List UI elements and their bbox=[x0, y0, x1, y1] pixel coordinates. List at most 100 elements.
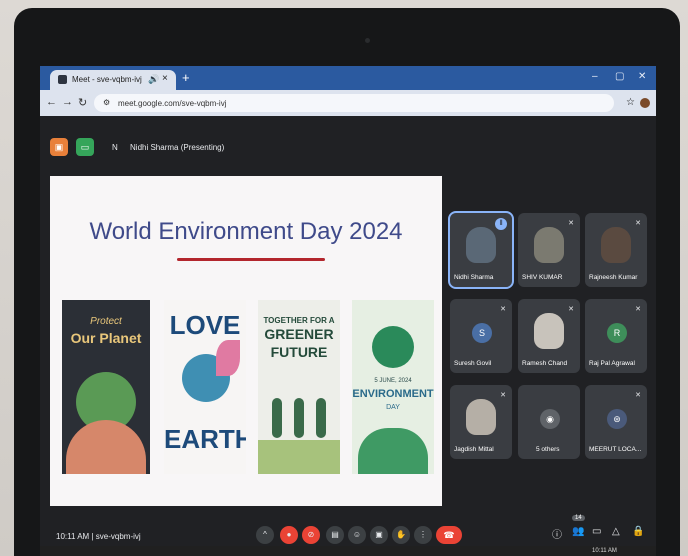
participant-tile[interactable]: ⦀ Nidhi Sharma bbox=[448, 211, 514, 289]
poster-4-line2: ENVIRONMENT bbox=[352, 388, 434, 400]
participant-tile[interactable]: R ✕ Raj Pal Agrawal bbox=[585, 299, 647, 373]
meeting-info: 10:11 AM | sve-vqbm-ivj bbox=[56, 532, 141, 541]
participant-name: 5 others bbox=[536, 446, 560, 453]
video-feed bbox=[534, 227, 564, 263]
close-tab-icon[interactable]: × bbox=[162, 73, 168, 84]
present-icon[interactable]: ▭ bbox=[76, 138, 94, 156]
webcam bbox=[365, 38, 370, 43]
activities-icon[interactable]: △ bbox=[612, 526, 620, 537]
url-text: meet.google.com/sve-vqbm-ivj bbox=[118, 99, 227, 108]
video-feed bbox=[466, 399, 496, 435]
plants-illustration bbox=[358, 428, 428, 474]
leaf-icon bbox=[216, 340, 240, 376]
participant-name: Jagdish Mittal bbox=[454, 446, 494, 453]
poster-environment-day: 5 JUNE, 2024 ENVIRONMENT DAY bbox=[352, 300, 434, 474]
poster-love-earth: LOVE EARTH bbox=[164, 300, 246, 474]
mic-off-icon: ✕ bbox=[568, 306, 574, 313]
poster-4-date: 5 JUNE, 2024 bbox=[374, 378, 412, 384]
end-call-button[interactable]: ☎ bbox=[436, 526, 462, 544]
close-window-button[interactable]: ✕ bbox=[638, 71, 646, 82]
camera-off-button[interactable]: ⊘ bbox=[302, 526, 320, 544]
mic-off-icon: ✕ bbox=[568, 220, 574, 227]
grass-illustration bbox=[258, 440, 340, 474]
title-underline bbox=[177, 258, 325, 261]
poster-1-line1: Protect bbox=[90, 316, 122, 327]
emoji-button[interactable]: ☺ bbox=[348, 526, 366, 544]
participant-tile[interactable]: ✕ Ramesh Chand bbox=[518, 299, 580, 373]
browser-tab[interactable]: Meet - sve-vqbm-ivj 🔊 × bbox=[50, 70, 176, 90]
poster-greener-future: TOGETHER FOR A GREENER FUTURE bbox=[258, 300, 340, 474]
participant-name: Nidhi Sharma bbox=[454, 274, 494, 281]
participant-tile-others[interactable]: ◉ 5 others bbox=[518, 385, 580, 459]
meeting-time: 10:11 AM bbox=[56, 532, 90, 541]
speaking-indicator-icon: ⦀ bbox=[495, 218, 507, 230]
bookmark-star-icon[interactable]: ☆ bbox=[626, 97, 635, 108]
presentation-slide: World Environment Day 2024 Protect Our P… bbox=[50, 176, 442, 506]
poster-4-line3: DAY bbox=[386, 404, 400, 411]
raise-hand-button[interactable]: ✋ bbox=[392, 526, 410, 544]
participant-tile[interactable]: ✕ SHIV KUMAR bbox=[518, 213, 580, 287]
globe-icon bbox=[372, 326, 414, 368]
participant-name: Rajneesh Kumar bbox=[589, 274, 638, 281]
chat-icon[interactable]: ▭ bbox=[592, 526, 601, 537]
mic-off-icon: ✕ bbox=[500, 392, 506, 399]
mic-off-icon: ✕ bbox=[635, 392, 641, 399]
new-tab-button[interactable]: + bbox=[182, 70, 190, 85]
hands-illustration bbox=[66, 420, 146, 474]
people-icon[interactable]: 👥 bbox=[572, 526, 584, 537]
present-button[interactable]: ▣ bbox=[370, 526, 388, 544]
laptop-screen: Meet - sve-vqbm-ivj 🔊 × + – ▢ ✕ ← → ↻ ⚙ … bbox=[40, 66, 656, 556]
presenter-name: Nidhi Sharma (Presenting) bbox=[130, 143, 225, 152]
mic-button[interactable]: ^ bbox=[256, 526, 274, 544]
info-icon[interactable]: ⓘ bbox=[552, 526, 562, 541]
apps-icon[interactable]: ▣ bbox=[50, 138, 68, 156]
info-separator: | bbox=[91, 532, 94, 541]
maximize-button[interactable]: ▢ bbox=[615, 71, 624, 82]
back-icon[interactable]: ← bbox=[46, 96, 57, 108]
more-options-button[interactable]: ⋮ bbox=[414, 526, 432, 544]
presenting-label: N Nidhi Sharma (Presenting) bbox=[112, 143, 224, 152]
video-feed bbox=[534, 313, 564, 349]
slide-title: World Environment Day 2024 bbox=[89, 218, 403, 245]
poster-2-line2: EARTH bbox=[164, 424, 246, 454]
reload-icon[interactable]: ↻ bbox=[78, 96, 87, 109]
url-field[interactable]: ⚙ meet.google.com/sve-vqbm-ivj bbox=[94, 94, 614, 112]
mic-off-button[interactable]: ● bbox=[280, 526, 298, 544]
poster-1-line2: Our Planet bbox=[70, 330, 142, 346]
video-feed bbox=[601, 227, 631, 263]
poster-2-line1: LOVE bbox=[169, 310, 241, 340]
participant-name: MEERUT LOCA... bbox=[589, 446, 642, 453]
taskbar-clock: 10:11 AM bbox=[592, 548, 617, 554]
person-figure bbox=[272, 398, 282, 438]
participant-tile[interactable]: ⊛ ✕ MEERUT LOCA... bbox=[585, 385, 647, 459]
mic-off-icon: ✕ bbox=[500, 306, 506, 313]
person-figure bbox=[294, 398, 304, 438]
meet-window: ▣ ▭ N Nidhi Sharma (Presenting) World En… bbox=[40, 116, 656, 556]
avatar: R bbox=[607, 323, 627, 343]
profile-avatar[interactable] bbox=[640, 98, 650, 108]
captions-button[interactable]: ▤ bbox=[326, 526, 344, 544]
others-avatar-icon: ◉ bbox=[540, 409, 560, 429]
person-figure bbox=[316, 398, 326, 438]
address-bar-row: ← → ↻ ⚙ meet.google.com/sve-vqbm-ivj ☆ bbox=[40, 90, 656, 116]
poster-protect-our-planet: Protect Our Planet bbox=[62, 300, 150, 474]
forward-icon[interactable]: → bbox=[62, 96, 73, 108]
participant-name: SHIV KUMAR bbox=[522, 274, 563, 281]
mic-off-icon: ✕ bbox=[635, 306, 641, 313]
minimize-button[interactable]: – bbox=[592, 71, 598, 82]
poster-3-line1: TOGETHER FOR A bbox=[263, 316, 335, 325]
poster-3-line3: FUTURE bbox=[270, 344, 328, 360]
participant-tile[interactable]: ✕ Jagdish Mittal bbox=[450, 385, 512, 459]
participant-tile[interactable]: ✕ Rajneesh Kumar bbox=[585, 213, 647, 287]
participant-tile[interactable]: S ✕ Suresh Govil bbox=[450, 299, 512, 373]
site-info-icon[interactable]: ⚙ bbox=[103, 98, 110, 107]
tab-title: Meet - sve-vqbm-ivj bbox=[72, 75, 142, 84]
participant-name: Ramesh Chand bbox=[522, 360, 568, 367]
host-controls-icon[interactable]: 🔒 bbox=[632, 526, 644, 537]
participant-name: Suresh Govil bbox=[454, 360, 492, 367]
speaker-icon: 🔊 bbox=[148, 74, 160, 84]
meet-favicon-icon bbox=[58, 75, 67, 84]
meeting-code: sve-vqbm-ivj bbox=[95, 532, 141, 541]
browser-tabbar: Meet - sve-vqbm-ivj 🔊 × + – ▢ ✕ bbox=[40, 66, 656, 90]
poster-3-line2: GREENER bbox=[264, 326, 334, 342]
